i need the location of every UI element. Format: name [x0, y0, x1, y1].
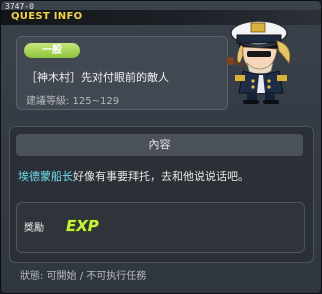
quest-description: 埃德蒙船长好像有事要拜托，去和他说说话吧。	[18, 168, 249, 184]
exp-icon: EXP	[65, 216, 99, 235]
npc-name-link[interactable]: 埃德蒙船长	[18, 170, 73, 183]
reward-label: 獎勵	[24, 223, 44, 234]
exp-icon-text: EXP	[66, 217, 99, 235]
quest-status: 狀態: 可開始 / 不可执行任務	[20, 271, 147, 282]
window-title: QUEST INFO	[11, 11, 83, 22]
quest-description-text: 好像有事要拜托，去和他说说话吧。	[73, 170, 249, 183]
quest-info-window: 3747-0 QUEST INFO 一般 ［神木村］先对付眼前的敵人 建議等級:…	[0, 0, 322, 294]
quest-level: 建議等級: 125~129	[26, 96, 120, 107]
quest-category-badge: 一般	[24, 43, 80, 58]
reward-box	[16, 202, 305, 253]
quest-name: ［神木村］先对付眼前的敵人	[26, 71, 169, 84]
captain-npc-avatar	[227, 20, 291, 104]
content-header: 內容	[16, 134, 303, 156]
